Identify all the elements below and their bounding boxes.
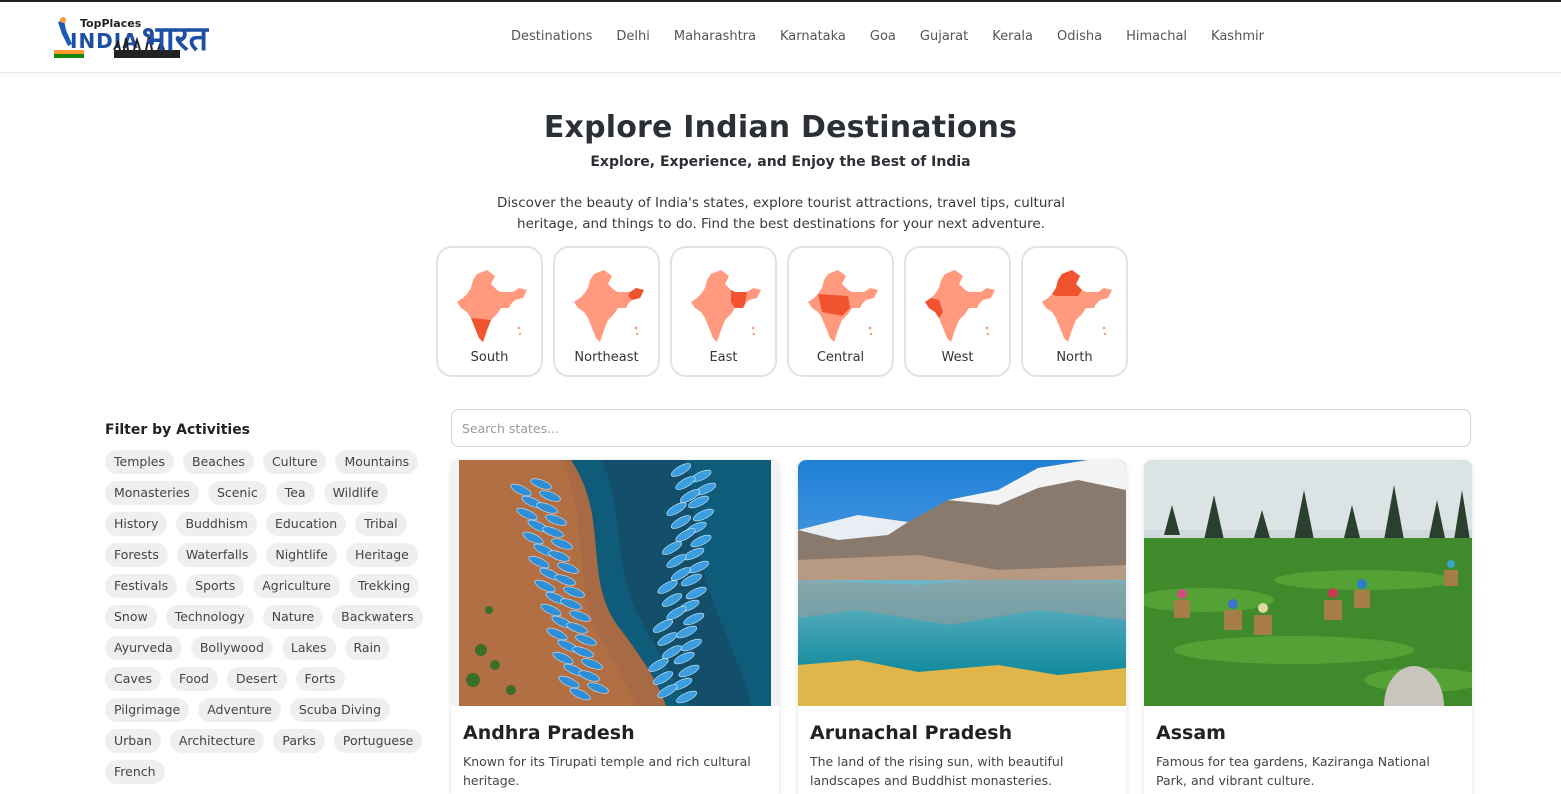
card-description: Known for its Tirupati temple and rich c… bbox=[463, 754, 751, 788]
filter-chip-buddhism[interactable]: Buddhism bbox=[176, 512, 257, 536]
filter-chip-festivals[interactable]: Festivals bbox=[105, 574, 178, 598]
region-label: East bbox=[709, 350, 738, 365]
filter-chip-forests[interactable]: Forests bbox=[105, 543, 168, 567]
region-label: Northeast bbox=[574, 350, 639, 365]
filter-chip-tribal[interactable]: Tribal bbox=[355, 512, 407, 536]
filter-chip-sports[interactable]: Sports bbox=[186, 574, 245, 598]
filter-chip-rain[interactable]: Rain bbox=[344, 636, 390, 660]
site-logo[interactable]: TopPlaces INDIA भारत bbox=[54, 16, 224, 62]
page-subtitle: Explore, Experience, and Enjoy the Best … bbox=[590, 154, 971, 170]
filter-chip-mountains[interactable]: Mountains bbox=[335, 450, 419, 474]
region-card-northeast[interactable]: Northeast bbox=[553, 246, 660, 377]
filter-chip-pilgrimage[interactable]: Pilgrimage bbox=[105, 698, 190, 722]
filter-chip-tea[interactable]: Tea bbox=[275, 481, 315, 505]
filter-chip-bollywood[interactable]: Bollywood bbox=[190, 636, 273, 660]
india-map-west-icon bbox=[925, 270, 995, 342]
filter-chip-backwaters[interactable]: Backwaters bbox=[332, 605, 423, 629]
india-map-north-icon bbox=[1042, 270, 1112, 342]
region-card-south[interactable]: South bbox=[436, 246, 543, 377]
filter-chip-history[interactable]: History bbox=[105, 512, 168, 536]
card-image-tea-garden bbox=[1144, 460, 1472, 706]
page-title: Explore Indian Destinations bbox=[543, 110, 1018, 145]
filter-chip-snow[interactable]: Snow bbox=[105, 605, 157, 629]
region-label: Central bbox=[816, 350, 865, 365]
nav-gujarat[interactable]: Gujarat bbox=[908, 28, 980, 46]
region-card-west[interactable]: West bbox=[904, 246, 1011, 377]
main-nav: Destinations Delhi Maharashtra Karnataka… bbox=[499, 28, 1276, 46]
region-card-east[interactable]: East bbox=[670, 246, 777, 377]
filter-chip-technology[interactable]: Technology bbox=[165, 605, 254, 629]
filter-chip-trekking[interactable]: Trekking bbox=[348, 574, 420, 598]
site-header: TopPlaces INDIA भारत Destinations Delhi … bbox=[0, 2, 1561, 73]
nav-destinations[interactable]: Destinations bbox=[499, 28, 604, 46]
nav-karnataka[interactable]: Karnataka bbox=[768, 28, 858, 46]
search-states-input[interactable] bbox=[451, 409, 1471, 447]
card-title: Arunachal Pradesh bbox=[810, 722, 1013, 744]
region-label: West bbox=[941, 350, 974, 365]
filter-chip-desert[interactable]: Desert bbox=[226, 667, 287, 691]
region-label: South bbox=[470, 350, 509, 365]
filter-chip-waterfalls[interactable]: Waterfalls bbox=[176, 543, 258, 567]
filter-chip-nightlife[interactable]: Nightlife bbox=[266, 543, 337, 567]
filter-chip-temples[interactable]: Temples bbox=[105, 450, 174, 474]
filter-chip-scuba-diving[interactable]: Scuba Diving bbox=[289, 698, 390, 722]
card-image-boats bbox=[451, 460, 779, 706]
card-description: Famous for tea gardens, Kaziranga Nation… bbox=[1156, 754, 1430, 788]
filter-chip-scenic[interactable]: Scenic bbox=[207, 481, 267, 505]
card-title: Assam bbox=[1156, 722, 1226, 744]
india-map-central-icon bbox=[808, 270, 878, 342]
filter-chip-urban[interactable]: Urban bbox=[105, 729, 161, 753]
filter-chip-food[interactable]: Food bbox=[170, 667, 218, 691]
card-description: The land of the rising sun, with beautif… bbox=[810, 754, 1064, 788]
region-card-north[interactable]: North bbox=[1021, 246, 1128, 377]
filter-chip-culture[interactable]: Culture bbox=[262, 450, 327, 474]
card-title: Andhra Pradesh bbox=[463, 722, 635, 744]
nav-kerala[interactable]: Kerala bbox=[980, 28, 1045, 46]
filter-chip-agriculture[interactable]: Agriculture bbox=[253, 574, 340, 598]
filter-chip-ayurveda[interactable]: Ayurveda bbox=[105, 636, 182, 660]
filter-chip-parks[interactable]: Parks bbox=[273, 729, 325, 753]
page-description: Discover the beauty of India's states, e… bbox=[497, 195, 1065, 232]
nav-delhi[interactable]: Delhi bbox=[604, 28, 661, 46]
india-map-northeast-icon bbox=[574, 270, 644, 342]
india-map-south-icon bbox=[457, 270, 527, 342]
card-image-mountain-lake bbox=[798, 460, 1126, 706]
filter-chip-portuguese[interactable]: Portuguese bbox=[333, 729, 423, 753]
filter-chip-forts[interactable]: Forts bbox=[295, 667, 345, 691]
nav-maharashtra[interactable]: Maharashtra bbox=[662, 28, 768, 46]
region-card-central[interactable]: Central bbox=[787, 246, 894, 377]
india-map-east-icon bbox=[691, 270, 761, 342]
nav-odisha[interactable]: Odisha bbox=[1045, 28, 1114, 46]
filter-chip-beaches[interactable]: Beaches bbox=[183, 450, 254, 474]
filter-chip-adventure[interactable]: Adventure bbox=[198, 698, 281, 722]
filter-chip-education[interactable]: Education bbox=[265, 512, 347, 536]
svg-text:भारत: भारत bbox=[142, 19, 210, 59]
region-label: North bbox=[1056, 350, 1093, 365]
filter-chip-lakes[interactable]: Lakes bbox=[281, 636, 336, 660]
filter-chip-french[interactable]: French bbox=[105, 760, 165, 784]
filter-chip-architecture[interactable]: Architecture bbox=[169, 729, 265, 753]
filter-title: Filter by Activities bbox=[105, 422, 251, 438]
logo-graphic: TopPlaces INDIA भारत bbox=[54, 17, 210, 59]
filter-chip-monasteries[interactable]: Monasteries bbox=[105, 481, 199, 505]
nav-himachal[interactable]: Himachal bbox=[1114, 28, 1199, 46]
filter-chip-wildlife[interactable]: Wildlife bbox=[323, 481, 388, 505]
nav-goa[interactable]: Goa bbox=[858, 28, 908, 46]
activity-filter-chips: Temples Beaches Culture Mountains Monasterie… bbox=[105, 450, 425, 784]
nav-kashmir[interactable]: Kashmir bbox=[1199, 28, 1276, 46]
state-card-arunachal-pradesh[interactable]: Arunachal Pradesh The land of the rising… bbox=[798, 460, 1126, 794]
filter-chip-heritage[interactable]: Heritage bbox=[345, 543, 418, 567]
state-card-assam[interactable]: Assam Famous for tea gardens, Kaziranga … bbox=[1144, 460, 1472, 794]
filter-chip-caves[interactable]: Caves bbox=[105, 667, 161, 691]
state-card-andhra-pradesh[interactable]: Andhra Pradesh Known for its Tirupati te… bbox=[451, 460, 779, 794]
region-selector: South Northeast East Central West North bbox=[436, 246, 1128, 377]
filter-chip-nature[interactable]: Nature bbox=[262, 605, 324, 629]
